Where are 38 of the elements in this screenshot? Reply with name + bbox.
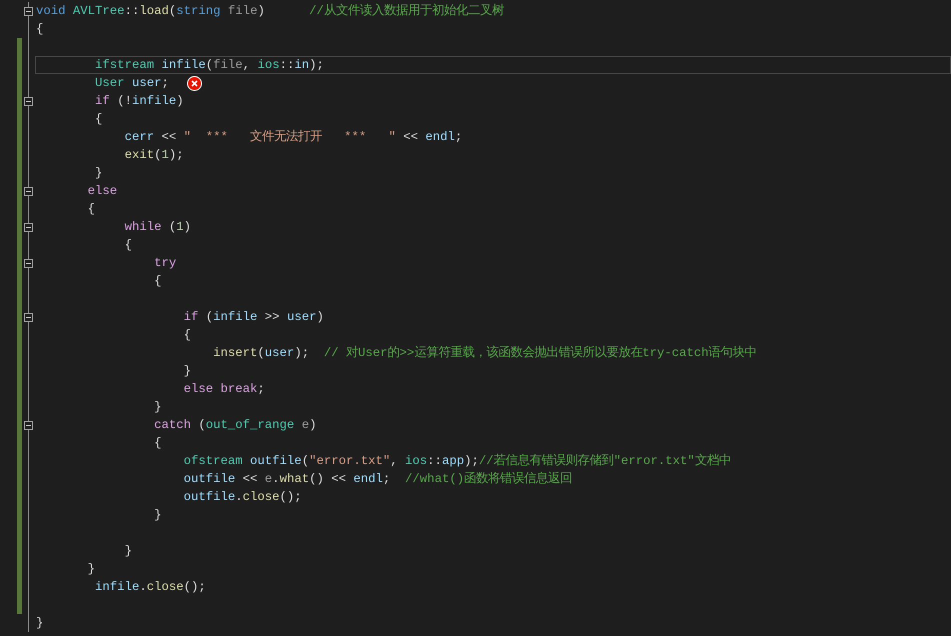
collapse-icon[interactable]: [24, 96, 33, 106]
code-line: exit(1);: [124, 147, 184, 164]
code-line: }: [154, 399, 162, 416]
code-line: else: [88, 183, 118, 200]
code-line: insert(user); // 对User的>>运算符重载，该函数会抛出错误所以要放在try-catch语句块中: [213, 344, 757, 362]
code-line: {: [95, 111, 102, 128]
code-line: try: [154, 255, 176, 272]
code-line: if (!infile): [95, 93, 184, 110]
collapse-icon[interactable]: [24, 258, 33, 268]
code-line: else break;: [184, 381, 265, 398]
code-line: while (1): [124, 219, 192, 236]
code-line: User user;: [95, 75, 169, 92]
code-line: }: [36, 615, 44, 632]
code-line: }: [124, 543, 132, 560]
code-line: ofstream outfile("error.txt", ios::app);//若信息有错误则存储到"error.txt"文档中: [184, 452, 731, 470]
code-line: void AVLTree::load(string file) //从文件读入数据用于初始化二叉树: [36, 2, 504, 20]
code-line: {: [154, 435, 162, 452]
code-line: {: [154, 273, 162, 290]
collapse-icon[interactable]: [24, 186, 33, 196]
code-line: cerr << " *** 文件无法打开 *** " << endl;: [124, 128, 462, 146]
code-line: }: [95, 165, 102, 182]
code-line: ifstream infile(file, ios::in);: [95, 57, 324, 74]
code-line: {: [124, 237, 132, 254]
code-line: {: [88, 201, 96, 218]
collapse-icon[interactable]: [24, 312, 33, 322]
collapse-icon[interactable]: [24, 6, 33, 16]
code-line: outfile << e.what() << endl; //what()函数将错误信息返回: [184, 470, 572, 488]
collapse-icon[interactable]: [24, 222, 33, 232]
collapse-icon[interactable]: [24, 420, 33, 430]
code-line: }: [184, 363, 191, 380]
code-line: {: [36, 21, 44, 38]
code-line: }: [88, 561, 96, 578]
code-line: if (infile >> user): [184, 309, 324, 326]
code-line: outfile.close();: [184, 489, 302, 506]
code-line: infile.close();: [95, 579, 206, 596]
code-line: }: [154, 507, 162, 524]
code-line: catch (out_of_range e): [154, 417, 316, 434]
code-line: {: [184, 327, 191, 344]
